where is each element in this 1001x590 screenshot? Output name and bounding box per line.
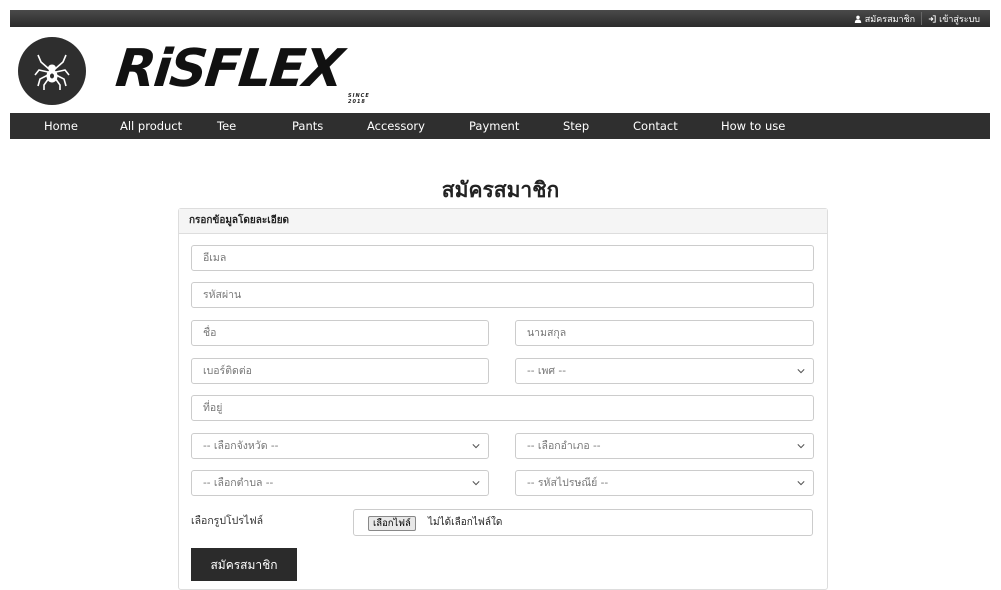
login-link[interactable]: เข้าสู่ระบบ: [921, 12, 986, 25]
choose-file-button[interactable]: เลือกไฟล์: [368, 516, 416, 531]
nav-item-payment[interactable]: Payment: [469, 119, 519, 133]
chevron-down-icon: [797, 481, 805, 486]
login-link-label: เข้าสู่ระบบ: [939, 14, 980, 25]
phone-input[interactable]: เบอร์ติดต่อ: [191, 358, 489, 384]
gender-select[interactable]: -- เพศ --: [515, 358, 814, 384]
nav-item-pants[interactable]: Pants: [292, 119, 323, 133]
province-select-value: -- เลือกจังหวัด --: [203, 440, 279, 452]
register-link[interactable]: สมัครสมาชิก: [848, 12, 921, 25]
password-input[interactable]: รหัสผ่าน: [191, 282, 814, 308]
file-status-text: ไม่ได้เลือกไฟล์ใด: [428, 517, 503, 528]
sign-in-icon: [928, 14, 936, 23]
brand-wordmark: RiSFLEX: [112, 39, 345, 99]
district-select-value: -- เลือกอำเภอ --: [527, 440, 601, 452]
brand-tagline: SINCE 2018: [348, 93, 370, 105]
postcode-select-value: -- รหัสไปรษณีย์ --: [527, 477, 609, 489]
register-link-label: สมัครสมาชิก: [864, 14, 916, 25]
nav-item-contact[interactable]: Contact: [633, 119, 678, 133]
firstname-input[interactable]: ชื่อ: [191, 320, 489, 346]
gender-select-value: -- เพศ --: [527, 365, 567, 377]
register-form-panel: กรอกข้อมูลโดยละเอียด อีเมล รหัสผ่าน ชื่อ…: [178, 208, 828, 590]
spider-logo-icon: [18, 37, 86, 105]
nav-item-accessory[interactable]: Accessory: [367, 119, 425, 133]
address-input[interactable]: ที่อยู่: [191, 395, 814, 421]
chevron-down-icon: [797, 369, 805, 374]
nav-item-home[interactable]: Home: [44, 119, 78, 133]
district-select[interactable]: -- เลือกอำเภอ --: [515, 433, 814, 459]
panel-heading: กรอกข้อมูลโดยละเอียด: [179, 209, 827, 234]
subdistrict-select[interactable]: -- เลือกตำบล --: [191, 470, 489, 496]
postcode-select[interactable]: -- รหัสไปรษณีย์ --: [515, 470, 814, 496]
profile-image-label: เลือกรูปโปรไฟล์: [191, 515, 264, 527]
top-bar: สมัครสมาชิก เข้าสู่ระบบ: [10, 10, 990, 27]
nav-item-how-to-use[interactable]: How to use: [721, 119, 785, 133]
nav-item-step[interactable]: Step: [563, 119, 589, 133]
main-nav: Home All product Tee Pants Accessory Pay…: [10, 113, 990, 139]
email-input[interactable]: อีเมล: [191, 245, 814, 271]
chevron-down-icon: [472, 481, 480, 486]
chevron-down-icon: [797, 444, 805, 449]
nav-item-all-product[interactable]: All product: [120, 119, 182, 133]
chevron-down-icon: [472, 444, 480, 449]
page-title: สมัครสมาชิก: [441, 178, 560, 202]
account-links: สมัครสมาชิก เข้าสู่ระบบ: [848, 10, 986, 27]
nav-item-tee[interactable]: Tee: [217, 119, 236, 133]
register-submit-button[interactable]: สมัครสมาชิก: [191, 548, 297, 581]
lastname-input[interactable]: นามสกุล: [515, 320, 814, 346]
user-icon: [854, 15, 861, 23]
subdistrict-select-value: -- เลือกตำบล --: [203, 477, 274, 489]
province-select[interactable]: -- เลือกจังหวัด --: [191, 433, 489, 459]
profile-image-input[interactable]: เลือกไฟล์ ไม่ได้เลือกไฟล์ใด: [353, 509, 813, 536]
